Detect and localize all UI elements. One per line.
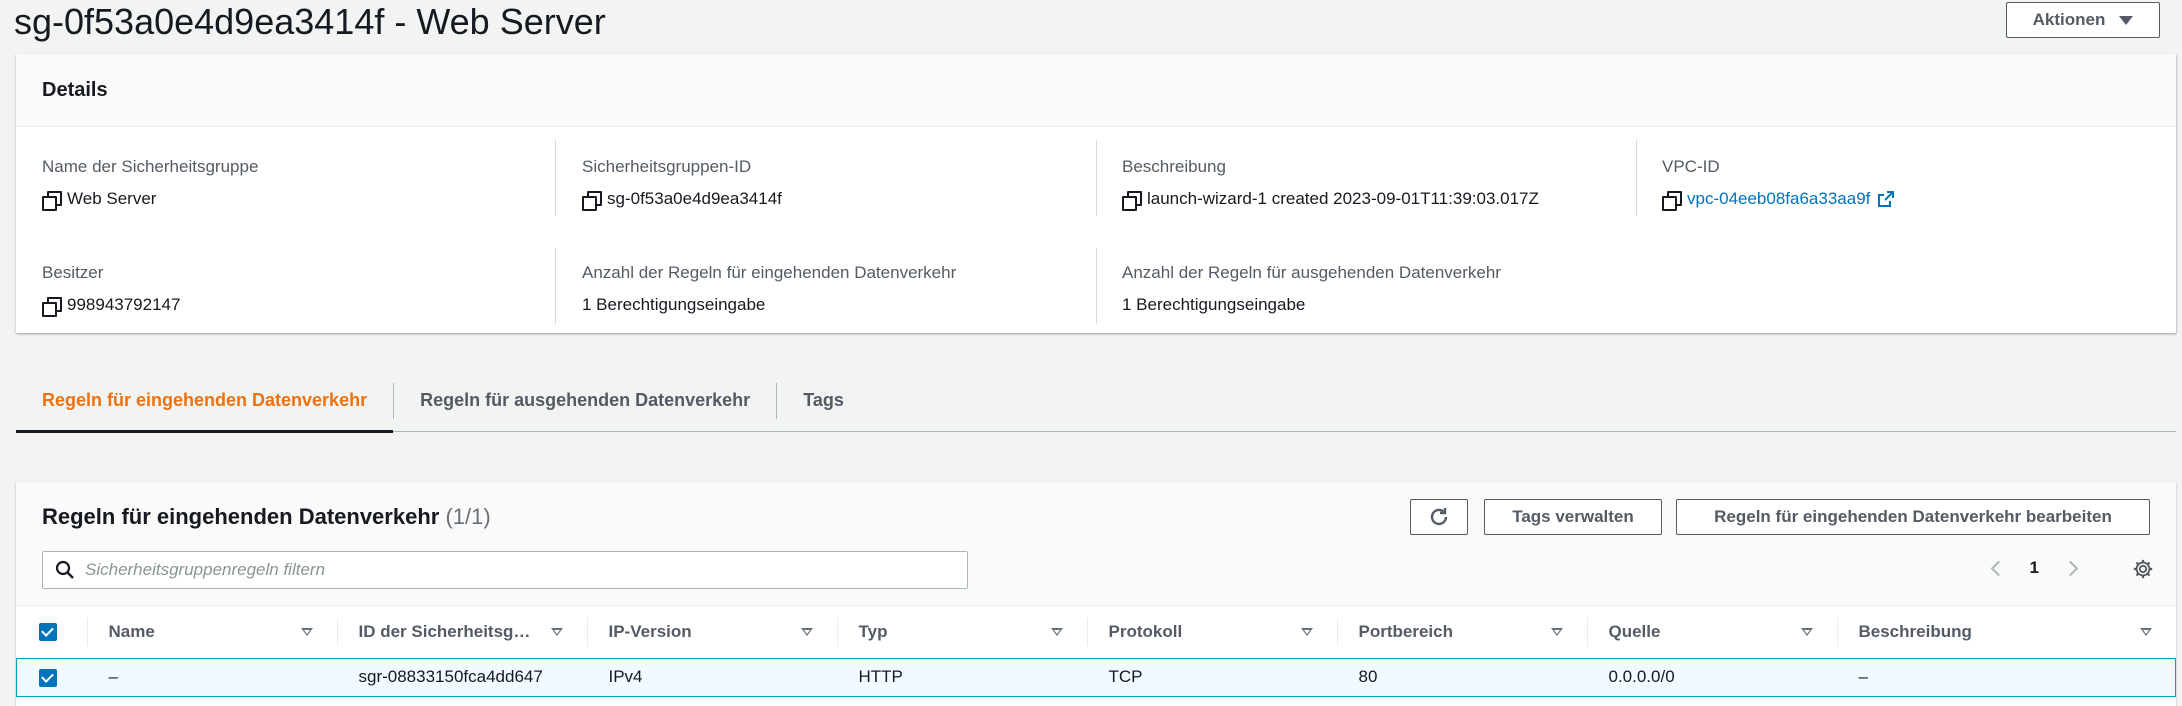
external-link-icon[interactable] [1878, 191, 1895, 207]
sort-icon[interactable] [1550, 628, 1563, 636]
column-divider [1096, 140, 1097, 216]
field-inbound-count: Anzahl der Regeln für eingehenden Datenv… [582, 262, 956, 316]
actions-dropdown-button[interactable]: Aktionen [2006, 2, 2160, 38]
column-header-name[interactable]: Name [86, 606, 337, 658]
field-description: Beschreibung launch-wizard-1 created 202… [1122, 156, 1539, 211]
table-header-row: Name ID der Sicherheitsg… IP-Version Typ… [17, 606, 2176, 658]
cell-port-range: 80 [1336, 657, 1587, 697]
actions-label: Aktionen [2032, 10, 2106, 29]
field-outbound-count: Anzahl der Regeln für ausgehenden Datenv… [1122, 262, 1501, 316]
tab-outbound-rules[interactable]: Regeln für ausgehenden Datenverkehr [394, 370, 776, 432]
vpc-id-link[interactable]: vpc-04eeb08fa6a33aa9f [1687, 188, 1870, 210]
column-divider [1096, 248, 1097, 324]
field-value: 998943792147 [67, 295, 181, 314]
details-title: Details [42, 78, 108, 101]
field-label: Beschreibung [1122, 157, 1226, 176]
field-vpc-id: VPC-ID vpc-04eeb08fa6a33aa9f [1662, 156, 1895, 211]
column-header-port-range[interactable]: Portbereich [1336, 606, 1587, 658]
copy-icon[interactable] [42, 296, 62, 317]
field-group-name: Name der Sicherheitsgruppe Web Server [42, 156, 259, 211]
cell-description: – [1836, 657, 2176, 697]
column-header-type[interactable]: Typ [836, 606, 1087, 658]
copy-icon[interactable] [1122, 190, 1142, 211]
inbound-rules-panel: Regeln für eingehenden Datenverkehr (1/1… [16, 482, 2176, 706]
manage-tags-button[interactable]: Tags verwalten [1484, 499, 1662, 535]
details-header: Details [16, 54, 2176, 127]
field-label: Sicherheitsgruppen-ID [582, 157, 752, 176]
cell-ip-version: IPv4 [586, 657, 837, 697]
rules-header: Regeln für eingehenden Datenverkehr (1/1… [16, 482, 2176, 606]
cell-rule-id: sgr-08833150fca4dd647 [336, 657, 587, 697]
column-header-protocol[interactable]: Protokoll [1086, 606, 1337, 658]
select-all-checkbox[interactable] [38, 623, 57, 642]
search-icon [55, 560, 74, 579]
field-label: Anzahl der Regeln für eingehenden Datenv… [582, 263, 957, 282]
rules-title: Regeln für eingehenden Datenverkehr (1/1… [42, 504, 491, 530]
field-value: Web Server [67, 189, 157, 208]
cell-source: 0.0.0.0/0 [1586, 657, 1837, 697]
cell-protocol: TCP [1086, 657, 1337, 697]
field-value: launch-wizard-1 created 2023-09-01T11:39… [1147, 189, 1539, 208]
tab-tags[interactable]: Tags [777, 370, 870, 432]
pagination: 1 [1990, 558, 2079, 578]
refresh-icon [1430, 508, 1448, 526]
field-label: Anzahl der Regeln für ausgehenden Datenv… [1122, 263, 1501, 282]
table-row[interactable]: – sgr-08833150fca4dd647 IPv4 HTTP TCP 80… [16, 657, 2176, 697]
caret-down-icon [2119, 15, 2134, 25]
row-checkbox[interactable] [39, 668, 57, 687]
field-value: sg-0f53a0e4d9ea3414f [607, 189, 782, 208]
copy-icon[interactable] [42, 190, 62, 211]
sort-icon[interactable] [550, 628, 563, 636]
details-panel: Details Name der Sicherheitsgruppe Web S… [16, 54, 2176, 333]
column-divider [555, 248, 556, 324]
cell-type: HTTP [836, 657, 1087, 697]
sort-icon[interactable] [1300, 628, 1313, 636]
inbound-rules-table: Name ID der Sicherheitsg… IP-Version Typ… [16, 606, 2176, 697]
select-all-header[interactable] [17, 606, 87, 658]
column-header-id[interactable]: ID der Sicherheitsg… [336, 606, 587, 658]
field-label: Besitzer [42, 263, 104, 282]
column-header-source[interactable]: Quelle [1586, 606, 1837, 658]
field-label: Name der Sicherheitsgruppe [42, 157, 259, 176]
edit-inbound-rules-button[interactable]: Regeln für eingehenden Datenverkehr bear… [1676, 499, 2150, 535]
column-header-description[interactable]: Beschreibung [1836, 606, 2176, 658]
rules-title-text: Regeln für eingehenden Datenverkehr [42, 504, 440, 529]
field-label: VPC-ID [1662, 157, 1720, 176]
sort-icon[interactable] [1800, 628, 1813, 636]
cell-name: – [86, 657, 337, 697]
sort-icon[interactable] [1050, 628, 1063, 636]
row-select-cell[interactable] [16, 657, 87, 697]
filter-search-box[interactable] [42, 551, 968, 589]
chevron-left-icon[interactable] [1990, 560, 2006, 576]
field-value: 1 Berechtigungseingabe [1122, 295, 1306, 314]
sort-icon[interactable] [800, 628, 813, 636]
sort-icon[interactable] [2139, 628, 2152, 636]
rules-count: (1/1) [445, 504, 491, 529]
tab-bar: Regeln für eingehenden Datenverkehr Rege… [16, 370, 2176, 433]
sort-icon[interactable] [300, 628, 313, 636]
copy-icon[interactable] [582, 190, 602, 211]
refresh-button[interactable] [1410, 499, 1468, 535]
page-number[interactable]: 1 [2030, 558, 2039, 578]
chevron-right-icon[interactable] [2062, 560, 2079, 576]
gear-icon[interactable] [2132, 558, 2154, 580]
field-value: 1 Berechtigungseingabe [582, 295, 766, 314]
security-group-details-page: sg-0f53a0e4d9ea3414f - Web Server Aktion… [0, 0, 2182, 706]
column-divider [555, 140, 556, 216]
column-header-ip-version[interactable]: IP-Version [586, 606, 837, 658]
tab-inbound-rules[interactable]: Regeln für eingehenden Datenverkehr [16, 370, 394, 433]
field-group-id: Sicherheitsgruppen-ID sg-0f53a0e4d9ea341… [582, 156, 782, 211]
column-divider [1636, 140, 1637, 216]
filter-input[interactable] [85, 560, 935, 580]
field-owner: Besitzer 998943792147 [42, 262, 181, 317]
page-title: sg-0f53a0e4d9ea3414f - Web Server [14, 1, 606, 42]
copy-icon[interactable] [1662, 190, 1682, 211]
